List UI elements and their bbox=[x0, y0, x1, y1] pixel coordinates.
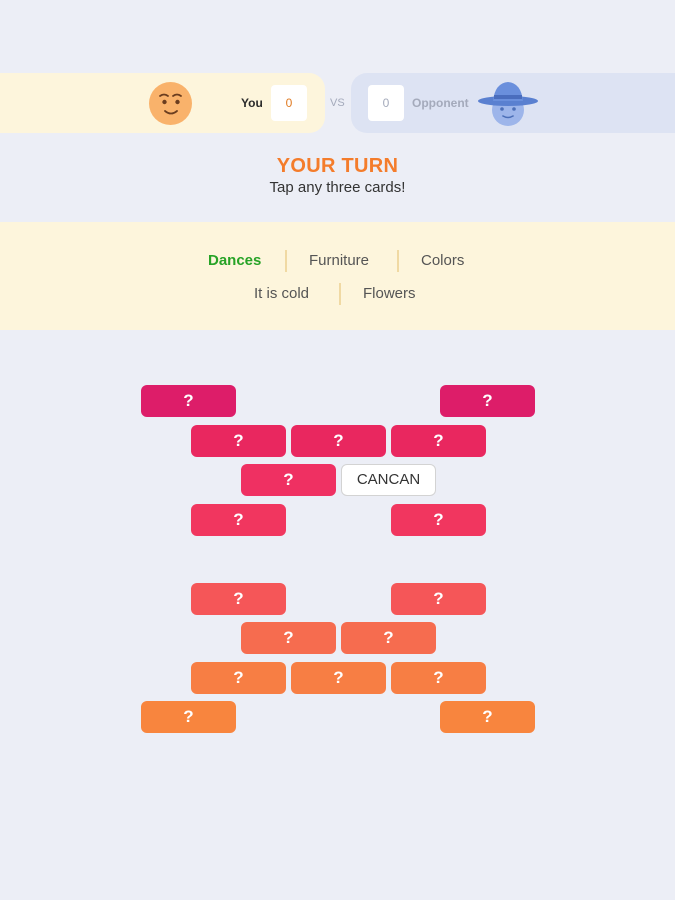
card-3[interactable]: ? bbox=[191, 425, 286, 457]
opponent-score: 0 bbox=[368, 85, 404, 121]
card-5[interactable]: ? bbox=[391, 425, 486, 457]
category-divider bbox=[339, 283, 341, 305]
category-it-is-cold[interactable]: It is cold bbox=[254, 285, 309, 303]
category-dances[interactable]: Dances bbox=[208, 252, 261, 270]
opponent-name: Opponent bbox=[412, 96, 469, 110]
player-face-icon bbox=[149, 82, 192, 125]
card-11[interactable]: ? bbox=[391, 583, 486, 615]
category-colors[interactable]: Colors bbox=[421, 252, 464, 270]
card-16[interactable]: ? bbox=[391, 662, 486, 694]
card-1[interactable]: ? bbox=[141, 385, 236, 417]
card-14[interactable]: ? bbox=[191, 662, 286, 694]
categories-panel bbox=[0, 222, 675, 330]
card-revealed-cancan[interactable]: CANCAN bbox=[341, 464, 436, 496]
card-6[interactable]: ? bbox=[241, 464, 336, 496]
opponent-detective-icon bbox=[478, 82, 538, 126]
category-divider bbox=[285, 250, 287, 272]
card-10[interactable]: ? bbox=[191, 583, 286, 615]
category-divider bbox=[397, 250, 399, 272]
card-4[interactable]: ? bbox=[291, 425, 386, 457]
versus-label: VS bbox=[330, 97, 345, 109]
category-furniture[interactable]: Furniture bbox=[309, 252, 369, 270]
card-13[interactable]: ? bbox=[341, 622, 436, 654]
player-you-name: You bbox=[241, 96, 263, 110]
turn-title: YOUR TURN bbox=[276, 155, 399, 177]
card-18[interactable]: ? bbox=[440, 701, 535, 733]
category-flowers[interactable]: Flowers bbox=[363, 285, 416, 303]
card-17[interactable]: ? bbox=[141, 701, 236, 733]
player-you-score: 0 bbox=[271, 85, 307, 121]
turn-hint: Tap any three cards! bbox=[269, 179, 406, 196]
card-15[interactable]: ? bbox=[291, 662, 386, 694]
card-8[interactable]: ? bbox=[191, 504, 286, 536]
card-12[interactable]: ? bbox=[241, 622, 336, 654]
card-9[interactable]: ? bbox=[391, 504, 486, 536]
card-2[interactable]: ? bbox=[440, 385, 535, 417]
